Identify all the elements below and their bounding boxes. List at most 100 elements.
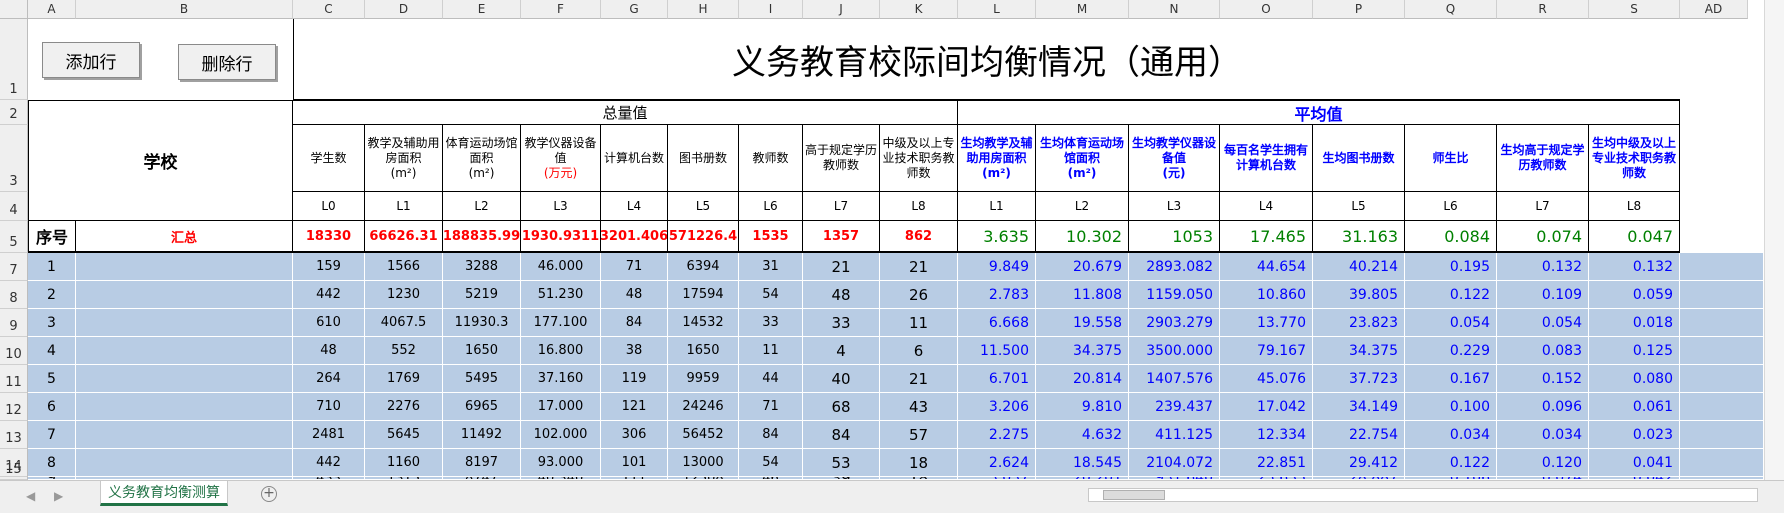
summary-total-cell[interactable]: 66626.31 bbox=[365, 221, 443, 253]
total-value-cell[interactable]: 40 bbox=[803, 365, 880, 393]
summary-total-cell[interactable]: 1357 bbox=[803, 221, 880, 253]
total-value-cell[interactable]: 56452 bbox=[668, 421, 739, 449]
total-value-cell[interactable]: 1650 bbox=[668, 337, 739, 365]
average-value-cell[interactable]: 0.132 bbox=[1497, 253, 1589, 281]
total-value-cell[interactable]: 11930.3 bbox=[443, 309, 521, 337]
total-value-cell[interactable]: 54 bbox=[739, 449, 803, 477]
summary-average-cell[interactable]: 1053 bbox=[1129, 221, 1220, 253]
column-header[interactable]: J bbox=[803, 0, 880, 19]
total-value-cell[interactable]: 306 bbox=[601, 421, 668, 449]
average-value-cell[interactable]: 39.805 bbox=[1313, 281, 1405, 309]
total-value-cell[interactable]: 6394 bbox=[668, 253, 739, 281]
total-value-cell[interactable]: 1769 bbox=[365, 365, 443, 393]
column-header[interactable]: L bbox=[958, 0, 1036, 19]
summary-total-cell[interactable]: 18330 bbox=[293, 221, 365, 253]
total-value-cell[interactable]: 53 bbox=[803, 449, 880, 477]
total-value-cell[interactable]: 552 bbox=[365, 337, 443, 365]
average-value-cell[interactable]: 22.754 bbox=[1313, 421, 1405, 449]
school-name-cell[interactable] bbox=[76, 421, 293, 449]
school-name-cell[interactable] bbox=[76, 365, 293, 393]
average-value-cell[interactable]: 34.375 bbox=[1036, 337, 1129, 365]
prev-sheet-icon[interactable]: ◀ bbox=[26, 489, 35, 503]
total-value-cell[interactable]: 84 bbox=[739, 421, 803, 449]
total-value-cell[interactable]: 71 bbox=[739, 393, 803, 421]
column-header[interactable]: F bbox=[521, 0, 601, 19]
total-value-cell[interactable]: 43 bbox=[880, 393, 958, 421]
row-sequence-cell[interactable]: 1 bbox=[28, 253, 76, 281]
total-value-cell[interactable]: 14532 bbox=[668, 309, 739, 337]
total-value-cell[interactable]: 21 bbox=[880, 365, 958, 393]
average-value-cell[interactable]: 0.054 bbox=[1405, 309, 1497, 337]
total-value-cell[interactable]: 11 bbox=[739, 337, 803, 365]
row-header[interactable]: 13 bbox=[0, 421, 28, 449]
average-value-cell[interactable]: 0.034 bbox=[1405, 421, 1497, 449]
average-value-cell[interactable]: 0.167 bbox=[1405, 365, 1497, 393]
average-value-cell[interactable]: 12.334 bbox=[1220, 421, 1313, 449]
average-value-cell[interactable]: 6.701 bbox=[958, 365, 1036, 393]
average-value-cell[interactable]: 0.100 bbox=[1405, 393, 1497, 421]
column-header[interactable]: AD bbox=[1680, 0, 1748, 19]
row-header[interactable]: 11 bbox=[0, 365, 28, 393]
average-value-cell[interactable]: 4.632 bbox=[1036, 421, 1129, 449]
average-value-cell[interactable]: 79.167 bbox=[1220, 337, 1313, 365]
select-all-corner[interactable] bbox=[0, 0, 28, 19]
total-value-cell[interactable]: 5645 bbox=[365, 421, 443, 449]
row-sequence-cell[interactable]: 2 bbox=[28, 281, 76, 309]
total-value-cell[interactable]: 13000 bbox=[668, 449, 739, 477]
average-value-cell[interactable]: 2903.279 bbox=[1129, 309, 1220, 337]
average-value-cell[interactable]: 0.122 bbox=[1405, 281, 1497, 309]
summary-total-cell[interactable]: 862 bbox=[880, 221, 958, 253]
average-value-cell[interactable]: 40.214 bbox=[1313, 253, 1405, 281]
total-value-cell[interactable]: 6965 bbox=[443, 393, 521, 421]
total-value-cell[interactable]: 5495 bbox=[443, 365, 521, 393]
total-value-cell[interactable]: 177.100 bbox=[521, 309, 601, 337]
average-value-cell[interactable]: 37.723 bbox=[1313, 365, 1405, 393]
column-header[interactable]: N bbox=[1129, 0, 1220, 19]
horizontal-scroll-thumb[interactable] bbox=[1103, 490, 1165, 500]
total-value-cell[interactable]: 610 bbox=[293, 309, 365, 337]
column-header[interactable]: R bbox=[1497, 0, 1589, 19]
total-value-cell[interactable]: 68 bbox=[803, 393, 880, 421]
average-value-cell[interactable]: 0.195 bbox=[1405, 253, 1497, 281]
summary-total-cell[interactable]: 1535 bbox=[739, 221, 803, 253]
empty-cell[interactable] bbox=[1680, 365, 1764, 393]
school-name-cell[interactable] bbox=[76, 253, 293, 281]
row-header[interactable]: 12 bbox=[0, 393, 28, 421]
total-value-cell[interactable]: 24246 bbox=[668, 393, 739, 421]
average-value-cell[interactable]: 1407.576 bbox=[1129, 365, 1220, 393]
total-value-cell[interactable]: 121 bbox=[601, 393, 668, 421]
column-header[interactable]: E bbox=[443, 0, 521, 19]
summary-average-cell[interactable]: 31.163 bbox=[1313, 221, 1405, 253]
row-header[interactable]: 7 bbox=[0, 253, 28, 281]
empty-cell[interactable] bbox=[1680, 393, 1764, 421]
total-value-cell[interactable]: 17.000 bbox=[521, 393, 601, 421]
total-value-cell[interactable]: 21 bbox=[880, 253, 958, 281]
column-header[interactable]: I bbox=[739, 0, 803, 19]
average-value-cell[interactable]: 0.125 bbox=[1589, 337, 1680, 365]
delete-row-button[interactable]: 删除行 bbox=[178, 44, 276, 80]
total-value-cell[interactable]: 4 bbox=[803, 337, 880, 365]
average-value-cell[interactable]: 2.275 bbox=[958, 421, 1036, 449]
average-value-cell[interactable]: 34.375 bbox=[1313, 337, 1405, 365]
row-header[interactable]: 9 bbox=[0, 309, 28, 337]
total-value-cell[interactable]: 71 bbox=[601, 253, 668, 281]
average-value-cell[interactable]: 0.152 bbox=[1497, 365, 1589, 393]
total-value-cell[interactable]: 8197 bbox=[443, 449, 521, 477]
average-value-cell[interactable]: 0.109 bbox=[1497, 281, 1589, 309]
average-value-cell[interactable]: 0.080 bbox=[1589, 365, 1680, 393]
summary-average-cell[interactable]: 0.047 bbox=[1589, 221, 1680, 253]
total-value-cell[interactable]: 1160 bbox=[365, 449, 443, 477]
total-value-cell[interactable]: 11492 bbox=[443, 421, 521, 449]
total-value-cell[interactable]: 4067.5 bbox=[365, 309, 443, 337]
average-value-cell[interactable]: 0.041 bbox=[1589, 449, 1680, 477]
total-value-cell[interactable]: 38 bbox=[601, 337, 668, 365]
summary-total-cell[interactable]: 188835.99 bbox=[443, 221, 521, 253]
school-name-cell[interactable] bbox=[76, 281, 293, 309]
average-value-cell[interactable]: 34.149 bbox=[1313, 393, 1405, 421]
column-header[interactable]: K bbox=[880, 0, 958, 19]
summary-total-cell[interactable]: 571226.4 bbox=[668, 221, 739, 253]
total-value-cell[interactable]: 442 bbox=[293, 449, 365, 477]
column-header[interactable]: S bbox=[1589, 0, 1680, 19]
average-value-cell[interactable]: 17.042 bbox=[1220, 393, 1313, 421]
total-value-cell[interactable]: 57 bbox=[880, 421, 958, 449]
